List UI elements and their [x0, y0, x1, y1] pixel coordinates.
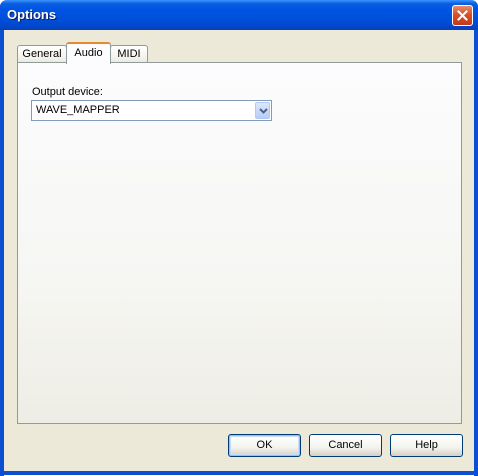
window-title: Options	[7, 7, 57, 22]
window-frame-left	[0, 30, 4, 476]
audio-tab-panel: Output device: WAVE_MAPPER	[17, 62, 462, 424]
close-icon	[457, 10, 468, 21]
options-dialog: Options General Audio MIDI Output device…	[0, 0, 478, 476]
chevron-down-icon	[259, 108, 268, 114]
close-button[interactable]	[452, 5, 473, 26]
output-device-select[interactable]: WAVE_MAPPER	[31, 100, 272, 121]
window-frame-right	[474, 30, 478, 476]
help-button[interactable]: Help	[390, 434, 463, 457]
window-frame-bottom	[0, 471, 478, 475]
title-bar[interactable]: Options	[0, 0, 478, 30]
tab-midi[interactable]: MIDI	[110, 45, 148, 63]
output-device-label: Output device:	[32, 86, 103, 98]
tab-general[interactable]: General	[17, 45, 67, 63]
cancel-button[interactable]: Cancel	[309, 434, 382, 457]
dropdown-button[interactable]	[255, 102, 270, 119]
ok-button[interactable]: OK	[228, 434, 301, 457]
output-device-value: WAVE_MAPPER	[36, 104, 120, 116]
tab-audio[interactable]: Audio	[66, 42, 111, 64]
